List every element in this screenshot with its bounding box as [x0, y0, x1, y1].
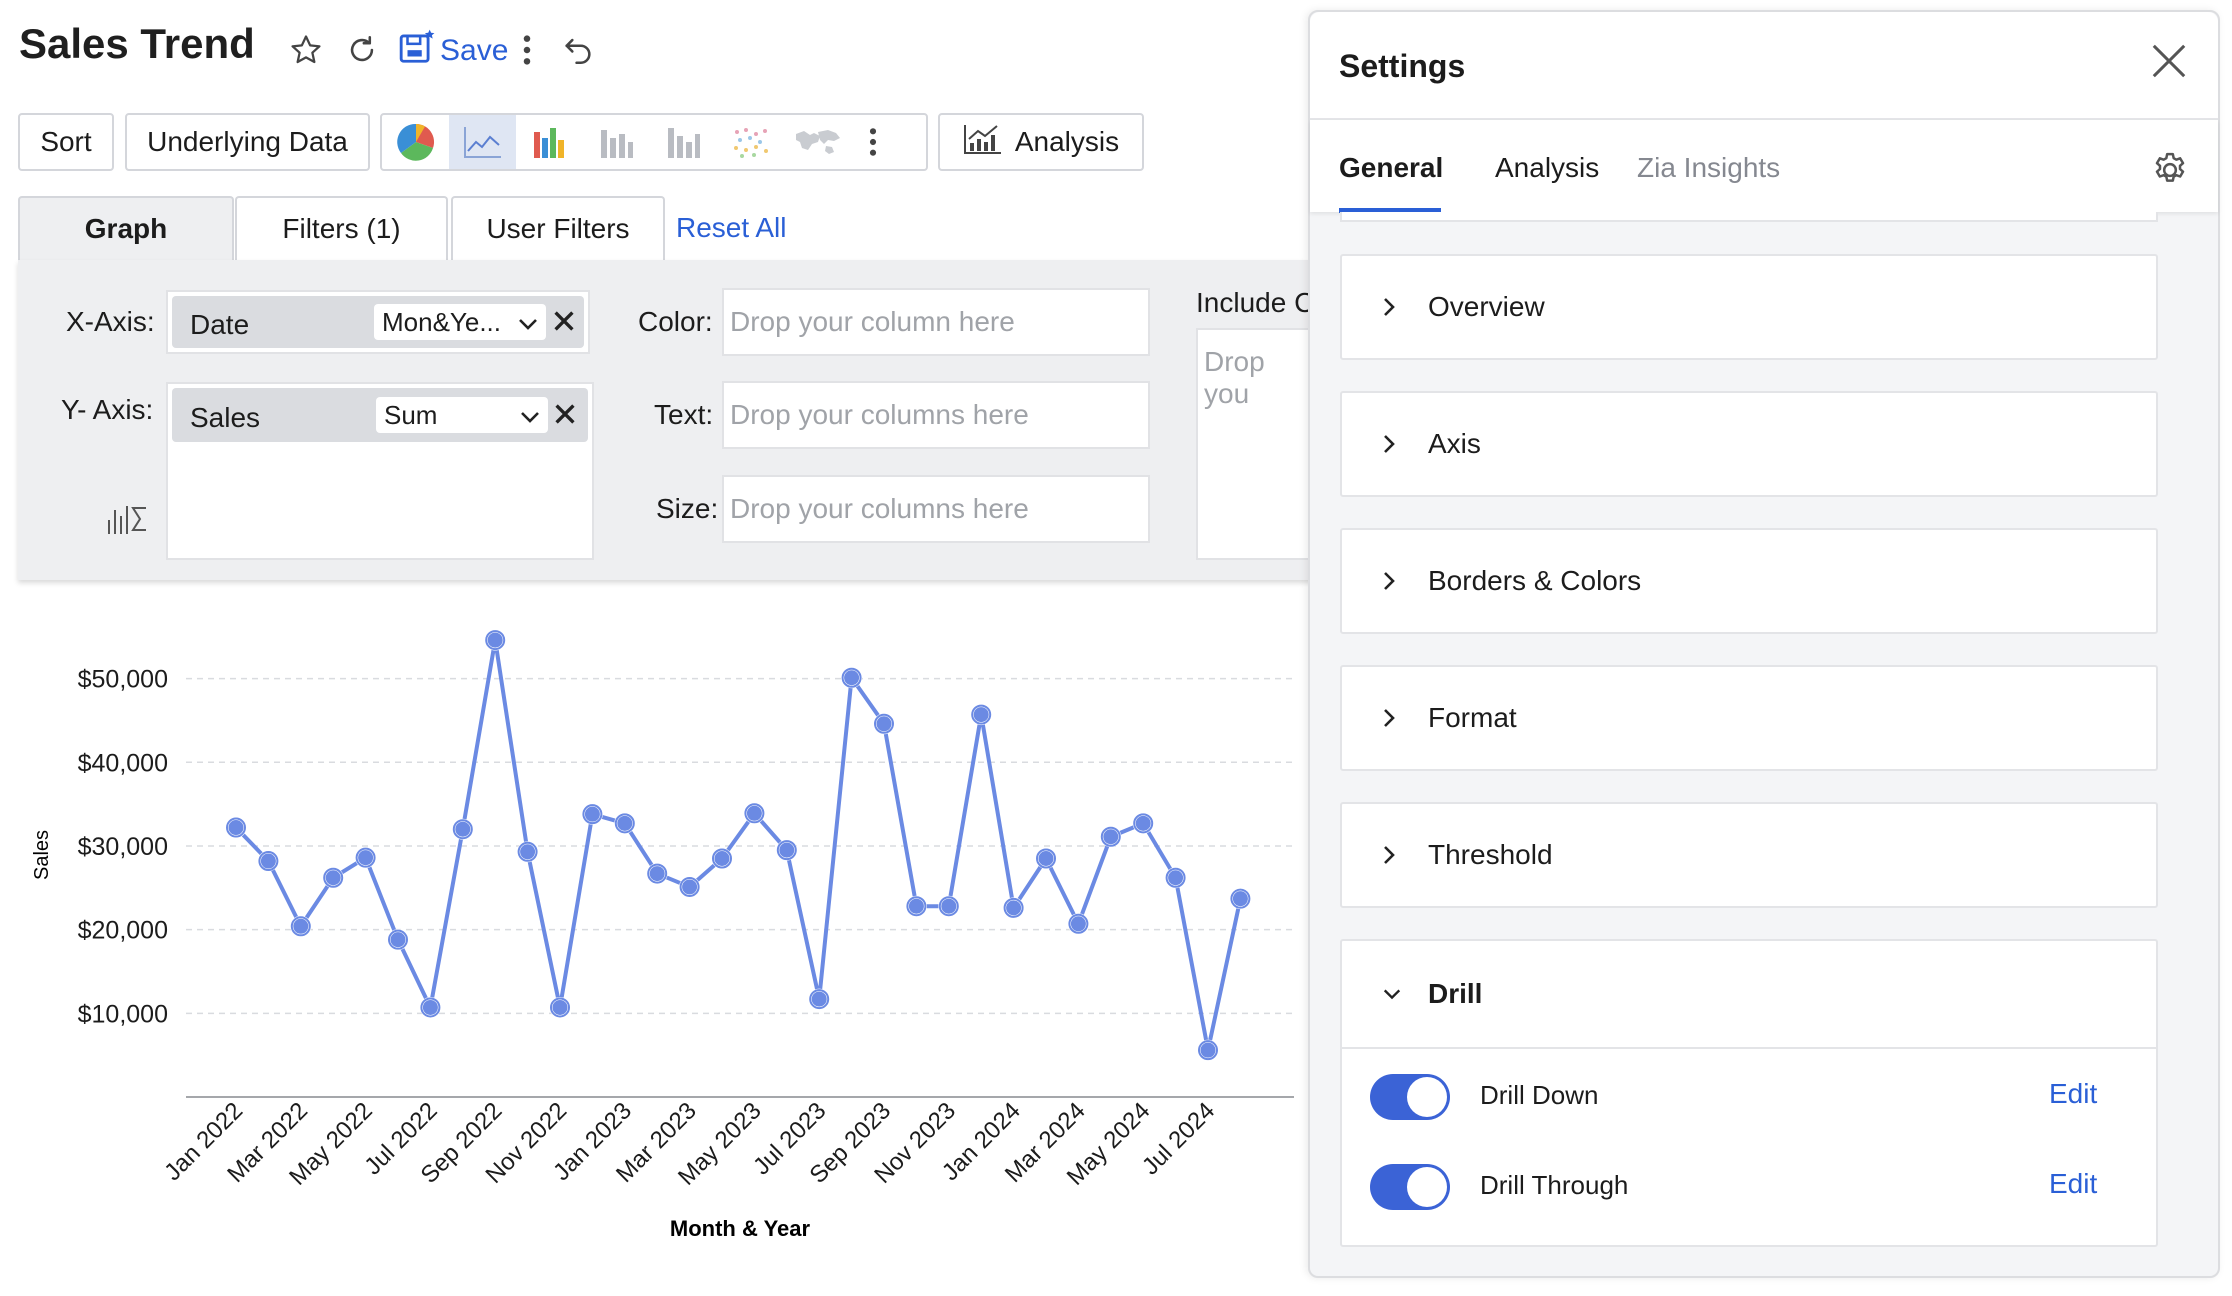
chart-type-toolbar — [380, 113, 928, 171]
chevron-right-icon — [1382, 570, 1402, 592]
drill-through-toggle[interactable] — [1370, 1164, 1450, 1210]
x-axis-aggregate-select[interactable]: Mon&Ye... — [374, 304, 546, 340]
gear-icon[interactable] — [2150, 150, 2190, 195]
section-overview[interactable]: Overview — [1340, 254, 2158, 360]
chevron-right-icon — [1382, 707, 1402, 729]
text-label: Text: — [654, 399, 714, 430]
underlying-data-button[interactable]: Underlying Data — [125, 113, 370, 171]
save-label: Save — [440, 34, 509, 67]
page-title: Sales Trend — [19, 20, 255, 67]
tab-filters[interactable]: Filters (1) — [235, 196, 448, 260]
chevron-down-icon — [518, 307, 538, 338]
sales-line-chart: $10,000$20,000$30,000$40,000$50,000 Jan … — [31, 629, 1294, 1241]
analysis-label: Analysis — [1014, 126, 1120, 157]
x-tick-label: Jul 2024 — [1137, 1097, 1220, 1180]
map-chart-icon[interactable] — [784, 115, 851, 169]
drill-through-label: Drill Through — [1480, 1170, 1629, 1200]
undo-icon[interactable] — [556, 28, 600, 72]
color-label: Color: — [638, 306, 713, 337]
section-label: Borders & Colors — [1428, 565, 1642, 596]
sales-series-line — [234, 638, 1243, 1053]
chevron-right-icon — [1382, 433, 1402, 455]
section-drill: Drill — [1340, 939, 2158, 1247]
size-label: Size: — [656, 493, 719, 524]
x-axis-title: Month & Year — [670, 1216, 811, 1241]
scatter-chart-icon[interactable] — [717, 115, 784, 169]
tab-graph[interactable]: Graph — [18, 196, 234, 260]
color-placeholder: Drop your column here — [730, 306, 1015, 337]
y-axis-aggregate-value: Sum — [384, 399, 438, 430]
chevron-down-icon — [520, 400, 540, 431]
settings-title: Settings — [1339, 48, 1466, 84]
reset-all-link[interactable]: Reset All — [676, 212, 787, 244]
line-chart-icon[interactable] — [449, 115, 516, 169]
analysis-chart-icon — [963, 123, 1003, 162]
drill-down-label: Drill Down — [1480, 1080, 1599, 1110]
size-placeholder: Drop your columns here — [730, 493, 1029, 524]
settings-tab-zia-insights[interactable]: Zia Insights — [1637, 152, 1780, 184]
section-threshold[interactable]: Threshold — [1340, 802, 2158, 908]
y-tick-label: $40,000 — [78, 749, 168, 777]
remove-x-field-icon[interactable] — [552, 309, 576, 338]
section-borders-colors[interactable]: Borders & Colors — [1340, 528, 2158, 634]
y-axis-aggregate-select[interactable]: Sum — [376, 397, 548, 433]
more-vertical-icon[interactable] — [505, 28, 549, 72]
chevron-down-icon — [1382, 987, 1402, 1001]
drill-down-edit-link[interactable]: Edit — [2049, 1078, 2097, 1110]
text-drop-zone[interactable]: Drop your columns here — [722, 381, 1150, 449]
remove-y-field-icon[interactable] — [553, 402, 577, 431]
include-drop-zone[interactable]: Drop you — [1196, 328, 1316, 560]
y-axis-title: Sales — [31, 830, 53, 880]
y-tick-label: $30,000 — [78, 833, 168, 861]
settings-tab-general[interactable]: General — [1339, 152, 1443, 184]
drill-down-toggle[interactable] — [1370, 1074, 1450, 1120]
x-axis-field-pill[interactable]: Date Mon&Ye... — [172, 296, 584, 348]
pie-chart-icon[interactable] — [382, 115, 449, 169]
bar-chart-icon[interactable] — [516, 115, 583, 169]
save-button[interactable]: Save — [398, 28, 508, 74]
text-placeholder: Drop your columns here — [730, 399, 1029, 430]
section-label: Format — [1428, 702, 1517, 733]
section-label: Drill — [1428, 978, 1483, 1009]
save-icon — [398, 28, 436, 74]
chevron-right-icon — [1382, 296, 1402, 318]
y-axis-field-pill[interactable]: Sales Sum — [172, 388, 588, 442]
y-axis-field-name: Sales — [190, 402, 261, 433]
y-axis-label: Y- Axis: — [61, 394, 154, 425]
chevron-right-icon — [1382, 844, 1402, 866]
y-tick-label: $10,000 — [78, 1000, 168, 1028]
settings-tab-analysis[interactable]: Analysis — [1495, 152, 1599, 184]
scrolled-section-edge — [1340, 212, 2158, 222]
stacked-bar-icon[interactable] — [583, 115, 650, 169]
section-label: Overview — [1428, 291, 1545, 322]
drill-through-edit-link[interactable]: Edit — [2049, 1168, 2097, 1200]
sort-button[interactable]: Sort — [18, 113, 114, 171]
analysis-button[interactable]: Analysis — [938, 113, 1144, 171]
x-axis-label: X-Axis: — [66, 306, 155, 337]
more-chart-types-icon[interactable] — [851, 115, 895, 169]
x-axis-aggregate-value: Mon&Ye... — [382, 306, 502, 337]
include-label: Include C — [1196, 287, 1315, 318]
section-label: Axis — [1428, 428, 1481, 459]
x-axis-field-name: Date — [190, 309, 250, 340]
color-drop-zone[interactable]: Drop your column here — [722, 288, 1150, 356]
aggregate-formula-icon[interactable] — [106, 502, 150, 541]
size-drop-zone[interactable]: Drop your columns here — [722, 475, 1150, 543]
close-icon[interactable] — [2150, 42, 2188, 85]
star-icon[interactable] — [284, 28, 328, 72]
y-tick-label: $50,000 — [78, 666, 168, 694]
tab-user-filters[interactable]: User Filters — [451, 196, 665, 260]
y-tick-label: $20,000 — [78, 917, 168, 945]
include-placeholder: Drop you — [1204, 346, 1265, 409]
waterfall-chart-icon[interactable] — [650, 115, 717, 169]
refresh-icon[interactable] — [340, 28, 384, 72]
section-label: Threshold — [1428, 839, 1553, 870]
section-axis[interactable]: Axis — [1340, 391, 2158, 497]
drill-section-header[interactable]: Drill — [1342, 941, 2156, 1049]
section-format[interactable]: Format — [1340, 665, 2158, 771]
